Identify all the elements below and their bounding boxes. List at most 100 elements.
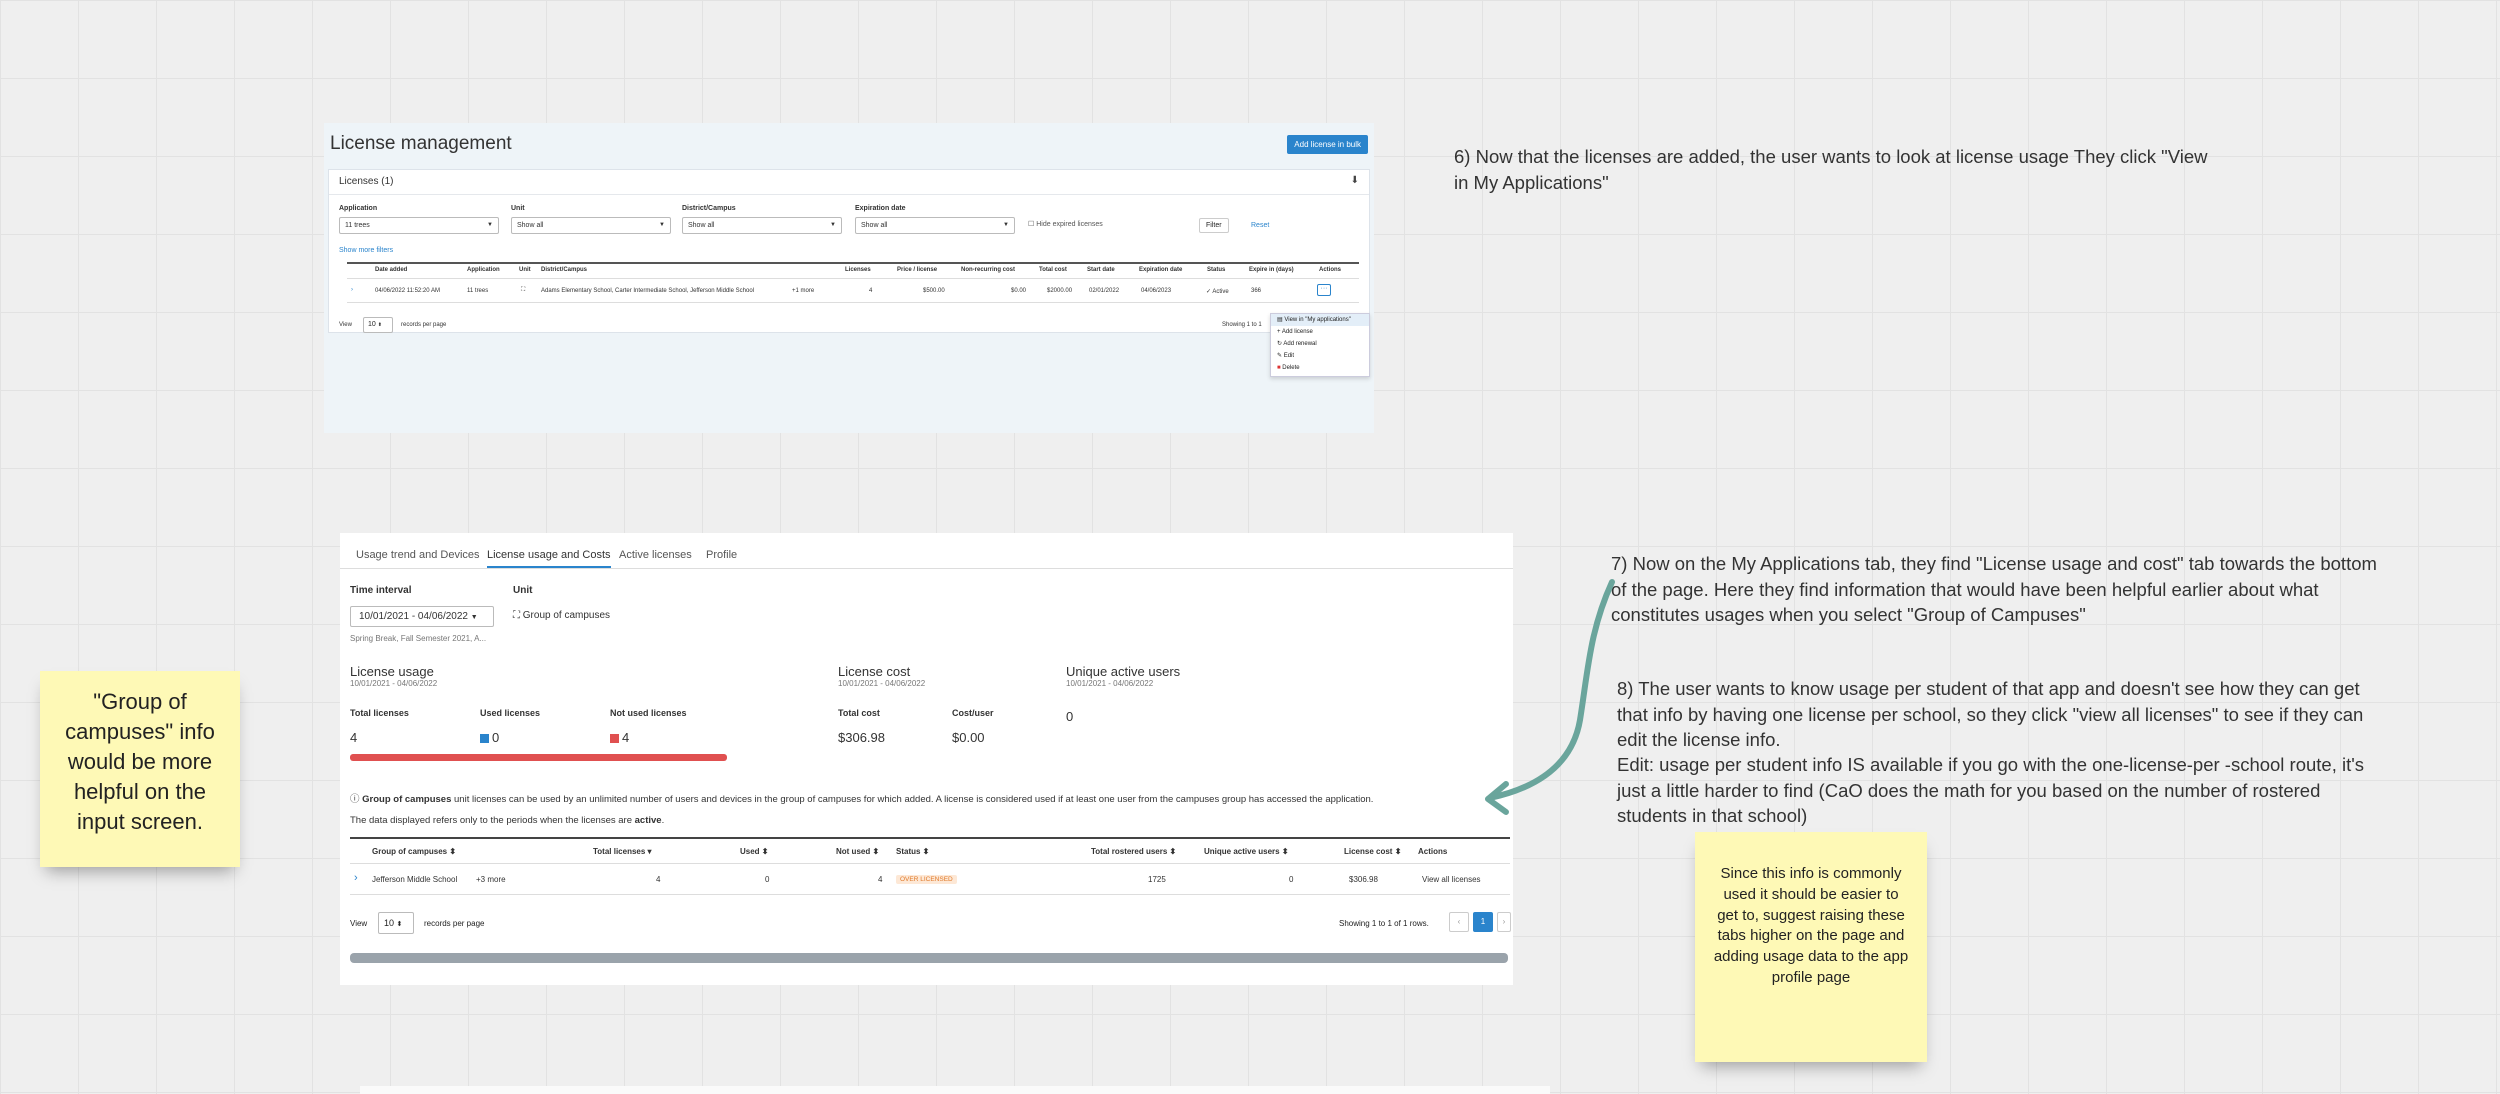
- col-used[interactable]: Used ⬍: [740, 847, 769, 856]
- row-used: 0: [765, 875, 770, 884]
- group-icon: ⛶: [521, 287, 526, 293]
- filter-district-select[interactable]: Show all ▼: [682, 217, 842, 234]
- row-licenses: 4: [869, 288, 873, 294]
- tab-license-usage[interactable]: License usage and Costs: [487, 549, 611, 568]
- row-unique: 0: [1289, 875, 1294, 884]
- col-expire-in[interactable]: Expire in (days): [1249, 267, 1294, 273]
- menu-add-renewal[interactable]: ↻ Add renewal: [1271, 338, 1369, 350]
- info-bold: Group of campuses: [362, 794, 452, 805]
- window-icon: ▤: [1277, 317, 1283, 323]
- col-total-rostered-users[interactable]: Total rostered users ⬍: [1091, 847, 1176, 856]
- filter-expiration-label: Expiration date: [855, 205, 906, 212]
- row-not-used: 4: [878, 875, 883, 884]
- note-step-7: 7) Now on the My Applications tab, they …: [1611, 553, 2377, 625]
- curved-arrow-icon: [1485, 579, 1615, 815]
- row-total-cost: $2000.00: [1047, 288, 1073, 294]
- filter-application-label: Application: [339, 205, 378, 212]
- col-not-used[interactable]: Not used ⬍: [836, 847, 879, 856]
- col-price[interactable]: Price / license: [897, 267, 937, 273]
- per-page-select[interactable]: 10 ⬍: [378, 912, 414, 934]
- show-more-filters-link[interactable]: Show more filters: [339, 247, 393, 254]
- license-cost-title: License cost: [838, 664, 911, 679]
- actions-button[interactable]: ···: [1317, 284, 1331, 296]
- time-interval-select[interactable]: 10/01/2021 - 04/06/2022 ▼: [350, 606, 494, 627]
- row-cost: $306.98: [1349, 875, 1378, 884]
- add-license-bulk-button[interactable]: Add license in bulk: [1287, 135, 1368, 154]
- expand-chevron-icon[interactable]: ›: [354, 872, 358, 884]
- download-icon[interactable]: ⬇: [1351, 175, 1359, 186]
- tab-bar: Usage trend and Devices License usage an…: [340, 533, 1513, 569]
- row-more-link[interactable]: +3 more: [476, 875, 506, 884]
- col-start-date[interactable]: Start date: [1087, 267, 1115, 273]
- table-top-line: [347, 262, 1359, 264]
- menu-view-in-my-applications[interactable]: ▤ View in "My applications": [1271, 314, 1369, 326]
- col-status[interactable]: Status ⬍: [896, 847, 929, 856]
- tab-active-licenses[interactable]: Active licenses: [619, 549, 692, 561]
- per-page-select[interactable]: 10 ⬍: [363, 317, 393, 333]
- refresh-icon: ↻: [1277, 341, 1283, 347]
- col-unit[interactable]: Unit: [519, 267, 531, 273]
- pencil-icon: ✎: [1277, 353, 1283, 359]
- expand-chevron-icon[interactable]: ›: [351, 287, 353, 293]
- group-icon: ⛶: [513, 610, 520, 621]
- caret-down-icon: ▼: [487, 222, 493, 228]
- col-license-cost[interactable]: License cost ⬍: [1344, 847, 1401, 856]
- col-licenses[interactable]: Licenses: [845, 267, 871, 273]
- reset-link[interactable]: Reset: [1251, 222, 1269, 229]
- col-group-of-campuses[interactable]: Group of campuses ⬍: [372, 847, 456, 856]
- note-step-8: 8) The user wants to know usage per stud…: [1617, 678, 2364, 750]
- menu-add-license[interactable]: + Add license: [1271, 326, 1369, 338]
- col-district[interactable]: District/Campus: [541, 267, 587, 273]
- caret-down-icon: ▼: [659, 222, 665, 228]
- info-icon: ⓘ: [350, 794, 360, 805]
- page-1-button[interactable]: 1: [1473, 912, 1493, 932]
- caret-down-icon: ▼: [830, 222, 836, 228]
- cost-per-user-value: $0.00: [952, 730, 985, 745]
- view-label: View: [339, 322, 352, 328]
- view-all-licenses-link[interactable]: View all licenses: [1422, 875, 1481, 884]
- total-cost-label: Total cost: [838, 708, 880, 718]
- per-page-label: records per page: [401, 322, 447, 328]
- col-label: Group of campuses: [372, 847, 448, 856]
- col-application[interactable]: Application: [467, 267, 500, 273]
- not-used-licenses-label: Not used licenses: [610, 708, 687, 718]
- col-unique-active-users[interactable]: Unique active users ⬍: [1204, 847, 1289, 856]
- license-usage-title: License usage: [350, 664, 434, 679]
- trash-icon: ■: [1277, 365, 1281, 371]
- hide-expired-checkbox[interactable]: ☐ Hide expired licenses: [1028, 220, 1103, 228]
- time-interval-label: Time interval: [350, 585, 412, 596]
- next-page-button[interactable]: ›: [1497, 912, 1511, 932]
- used-licenses-label: Used licenses: [480, 708, 541, 718]
- prev-page-button[interactable]: ‹: [1449, 912, 1469, 932]
- page-title: License management: [330, 133, 512, 154]
- col-label: Not used: [836, 847, 871, 856]
- filter-button[interactable]: Filter: [1199, 218, 1229, 233]
- row-date-added: 04/06/2022 11:52:20 AM: [375, 288, 440, 294]
- menu-edit[interactable]: ✎ Edit: [1271, 350, 1369, 362]
- tab-usage-trend[interactable]: Usage trend and Devices: [356, 549, 480, 561]
- filter-application-select[interactable]: 11 trees ▼: [339, 217, 499, 234]
- unique-users-title: Unique active users: [1066, 664, 1181, 679]
- time-interval-periods: Spring Break, Fall Semester 2021, A...: [350, 634, 487, 643]
- tab-profile[interactable]: Profile: [706, 549, 737, 561]
- col-non-recurring[interactable]: Non-recurring cost: [961, 267, 1015, 273]
- horizontal-scrollbar[interactable]: [350, 953, 1508, 963]
- unit-value-text: Group of campuses: [522, 610, 611, 621]
- per-page-value: 10: [384, 918, 395, 928]
- filter-district-label: District/Campus: [682, 205, 736, 212]
- filter-unit-value: Show all: [517, 222, 544, 229]
- menu-label: Edit: [1283, 353, 1295, 359]
- row-more-link[interactable]: +1 more: [792, 288, 814, 294]
- col-total-cost[interactable]: Total cost: [1039, 267, 1067, 273]
- col-expiration-date[interactable]: Expiration date: [1139, 267, 1182, 273]
- filter-expiration-select[interactable]: Show all ▼: [855, 217, 1015, 234]
- unique-users-range: 10/01/2021 - 04/06/2022: [1066, 679, 1154, 688]
- caret-down-icon: ▼: [470, 614, 478, 621]
- menu-label: Delete: [1282, 365, 1300, 371]
- col-date-added[interactable]: Date added: [375, 267, 407, 273]
- filter-unit-select[interactable]: Show all ▼: [511, 217, 671, 234]
- menu-delete[interactable]: ■ Delete: [1271, 362, 1369, 374]
- col-total-licenses[interactable]: Total licenses ▾: [593, 847, 652, 856]
- per-page-label: records per page: [424, 919, 485, 928]
- col-status[interactable]: Status: [1207, 267, 1225, 273]
